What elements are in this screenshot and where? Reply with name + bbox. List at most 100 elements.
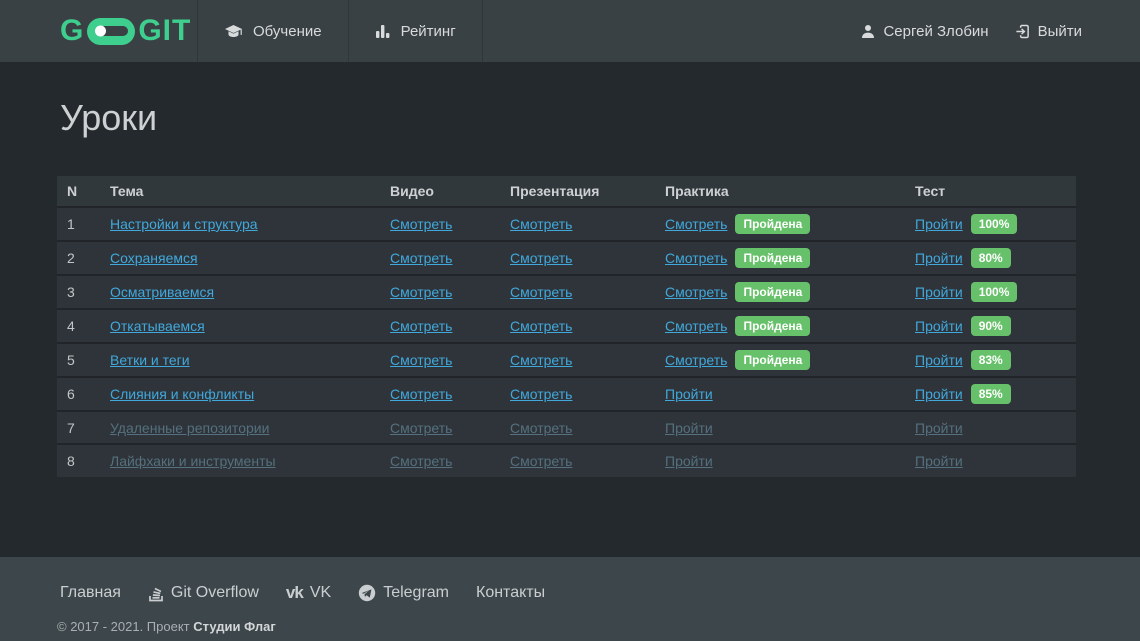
topic-link[interactable]: Осматриваемся xyxy=(110,284,214,300)
footer-link-label: Контакты xyxy=(476,584,545,602)
table-cell: 5 xyxy=(57,343,100,377)
user-icon xyxy=(861,24,875,39)
video-link[interactable]: Смотреть xyxy=(390,284,452,300)
logo-text-left: G xyxy=(60,14,84,48)
practice-link[interactable]: Пройти xyxy=(665,453,713,469)
user-profile-link[interactable]: Сергей Злобин xyxy=(861,23,988,40)
row-number: 2 xyxy=(67,250,75,266)
table-cell: Пройти85% xyxy=(905,377,1076,411)
presentation-link[interactable]: Смотреть xyxy=(510,420,572,436)
logout-label: Выйти xyxy=(1038,23,1082,40)
test-link[interactable]: Пройти xyxy=(915,453,963,469)
bar-chart-icon xyxy=(375,24,391,39)
video-link[interactable]: Смотреть xyxy=(390,216,452,232)
test-link[interactable]: Пройти xyxy=(915,250,963,266)
table-row: 8Лайфхаки и инструментыСмотретьСмотретьП… xyxy=(57,444,1076,477)
topic-link[interactable]: Удаленные репозитории xyxy=(110,420,269,436)
video-link[interactable]: Смотреть xyxy=(390,318,452,334)
presentation-link[interactable]: Смотреть xyxy=(510,284,572,300)
practice-status-badge: Пройдена xyxy=(735,214,810,234)
graduation-cap-icon xyxy=(224,24,243,39)
topic-link[interactable]: Ветки и теги xyxy=(110,352,190,368)
footer: Главная Git Overflow vk VK xyxy=(0,557,1140,641)
practice-status-badge: Пройдена xyxy=(735,350,810,370)
test-link[interactable]: Пройти xyxy=(915,420,963,436)
topic-link[interactable]: Лайфхаки и инструменты xyxy=(110,453,276,469)
presentation-link[interactable]: Смотреть xyxy=(510,318,572,334)
table-cell: Смотреть xyxy=(380,309,500,343)
presentation-link[interactable]: Смотреть xyxy=(510,216,572,232)
gogit-logo[interactable]: G GIT xyxy=(60,14,197,48)
table-cell: Пройти83% xyxy=(905,343,1076,377)
practice-link[interactable]: Смотреть xyxy=(665,250,727,266)
table-cell: 1 xyxy=(57,207,100,241)
table-cell: Смотреть xyxy=(380,377,500,411)
table-cell: 4 xyxy=(57,309,100,343)
table-row: 7 Удаленные репозитории Смотреть Смотреть Пр… xyxy=(57,411,1076,444)
footer-link-git-overflow[interactable]: Git Overflow xyxy=(148,584,259,602)
row-number: 7 xyxy=(67,420,75,436)
video-link[interactable]: Смотреть xyxy=(390,386,452,402)
row-number: 6 xyxy=(67,386,75,402)
table-cell: Откатываемся xyxy=(100,309,380,343)
table-row: 1 Настройки и структура Смотреть Смотреть См… xyxy=(57,207,1076,241)
practice-link[interactable]: Смотреть xyxy=(665,216,727,232)
practice-link[interactable]: Смотреть xyxy=(665,318,727,334)
practice-link[interactable]: Пройти xyxy=(665,386,713,402)
table-cell: Лайфхаки и инструменты xyxy=(100,444,380,477)
presentation-link[interactable]: Смотреть xyxy=(510,386,572,402)
table-cell: Пройти100% xyxy=(905,275,1076,309)
row-number: 4 xyxy=(67,318,75,334)
table-cell: Смотреть xyxy=(500,207,655,241)
test-score-badge: 90% xyxy=(971,316,1011,336)
presentation-link[interactable]: Смотреть xyxy=(510,250,572,266)
table-cell: Сохраняемся xyxy=(100,241,380,275)
logout-icon xyxy=(1015,24,1030,39)
logout-button[interactable]: Выйти xyxy=(1015,23,1082,40)
logo-commit-node-icon xyxy=(87,18,135,45)
page-title: Уроки xyxy=(60,96,1140,140)
topic-link[interactable]: Слияния и конфликты xyxy=(110,386,254,402)
test-link[interactable]: Пройти xyxy=(915,318,963,334)
footer-link-home[interactable]: Главная xyxy=(60,584,121,602)
practice-link[interactable]: Смотреть xyxy=(665,352,727,368)
video-link[interactable]: Смотреть xyxy=(390,352,452,368)
table-cell: Пройти xyxy=(655,411,905,444)
footer-link-label: Git Overflow xyxy=(171,584,259,602)
footer-link-label: Главная xyxy=(60,584,121,602)
table-cell: Пройти 90% xyxy=(905,309,1076,343)
topic-link[interactable]: Сохраняемся xyxy=(110,250,198,266)
nav-item-label: Обучение xyxy=(253,23,322,40)
table-cell: Смотреть xyxy=(500,241,655,275)
nav-item-training[interactable]: Обучение xyxy=(197,0,348,62)
footer-link-telegram[interactable]: Telegram xyxy=(358,584,449,602)
video-link[interactable]: Смотреть xyxy=(390,453,452,469)
video-link[interactable]: Смотреть xyxy=(390,250,452,266)
practice-link[interactable]: Пройти xyxy=(665,420,713,436)
table-cell: Смотреть xyxy=(380,275,500,309)
presentation-link[interactable]: Смотреть xyxy=(510,453,572,469)
copyright: © 2017 - 2021. Проект Студии Флаг xyxy=(57,619,276,634)
practice-link[interactable]: Смотреть xyxy=(665,284,727,300)
topic-link[interactable]: Настройки и структура xyxy=(110,216,258,232)
practice-status-badge: Пройдена xyxy=(735,248,810,268)
footer-link-vk[interactable]: vk VK xyxy=(286,583,331,603)
test-link[interactable]: Пройти xyxy=(915,352,963,368)
nav-item-rating[interactable]: Рейтинг xyxy=(348,0,483,62)
footer-link-label: VK xyxy=(310,584,331,602)
footer-link-contacts[interactable]: Контакты xyxy=(476,584,545,602)
copyright-brand: Студии Флаг xyxy=(193,619,276,634)
test-link[interactable]: Пройти xyxy=(915,386,963,402)
column-header-presentation: Презентация xyxy=(500,176,655,207)
test-link[interactable]: Пройти xyxy=(915,216,963,232)
test-link[interactable]: Пройти xyxy=(915,284,963,300)
table-cell: Смотреть xyxy=(500,309,655,343)
table-cell: Пройти100% xyxy=(905,207,1076,241)
presentation-link[interactable]: Смотреть xyxy=(510,352,572,368)
table-cell: 2 xyxy=(57,241,100,275)
topic-link[interactable]: Откатываемся xyxy=(110,318,205,334)
table-row: 6 Слияния и конфликты Смотреть Смотреть Прой… xyxy=(57,377,1076,411)
video-link[interactable]: Смотреть xyxy=(390,420,452,436)
table-cell: 7 xyxy=(57,411,100,444)
row-number: 3 xyxy=(67,284,75,300)
